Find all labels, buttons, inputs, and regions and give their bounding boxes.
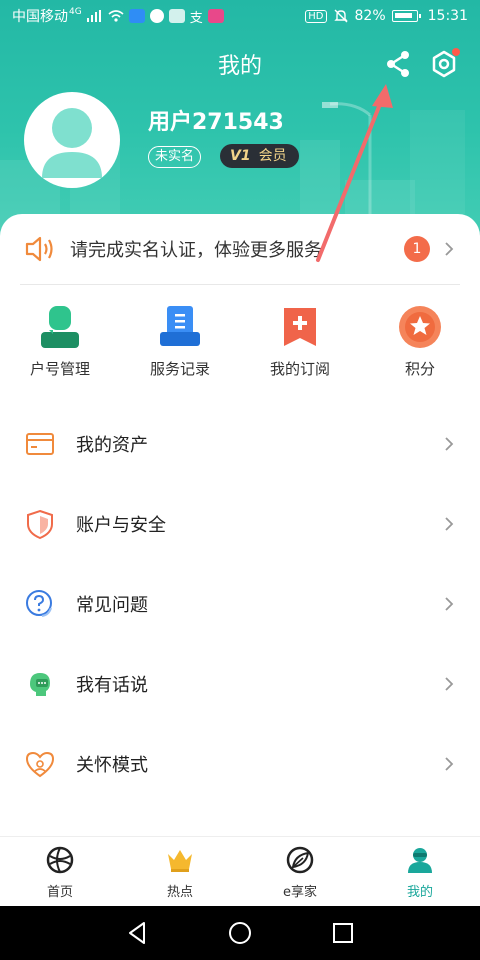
avatar-placeholder-icon bbox=[42, 108, 102, 178]
battery-percent: 82% bbox=[354, 8, 386, 24]
bookmark-plus-icon bbox=[284, 308, 316, 346]
star-icon bbox=[399, 306, 441, 348]
leaf-icon bbox=[286, 846, 314, 874]
quick-action-points[interactable]: 积分 bbox=[360, 304, 480, 394]
menu-item-assets[interactable]: 我的资产 bbox=[0, 404, 480, 484]
menu-item-label: 关怀模式 bbox=[76, 755, 148, 776]
avatar[interactable] bbox=[24, 92, 120, 188]
carrier-label: 中国移动 bbox=[12, 9, 68, 25]
vip-label: 会员 bbox=[258, 148, 287, 164]
chevron-right-icon bbox=[445, 757, 454, 771]
user-card-icon bbox=[41, 306, 79, 348]
menu-item-label: 我有话说 bbox=[76, 675, 148, 696]
card-icon bbox=[26, 433, 54, 455]
settings-notification-dot bbox=[452, 48, 460, 56]
profile-icon bbox=[408, 848, 432, 873]
recents-square-icon[interactable] bbox=[330, 920, 356, 946]
nav-tab-hot[interactable]: 热点 bbox=[120, 837, 240, 906]
quick-action-subscriptions[interactable]: 我的订阅 bbox=[240, 304, 360, 394]
crown-icon bbox=[168, 850, 192, 872]
clock: 15:31 bbox=[427, 8, 468, 24]
pay-notification-icon: 支 bbox=[189, 10, 203, 26]
shield-icon bbox=[27, 509, 53, 540]
chevron-right-icon bbox=[445, 677, 454, 691]
quick-action-label: 户号管理 bbox=[29, 360, 90, 378]
quick-action-label: 我的订阅 bbox=[269, 360, 330, 378]
unverified-badge[interactable]: 未实名 bbox=[148, 146, 202, 168]
menu-item-label: 我的资产 bbox=[76, 435, 148, 456]
signal-icon bbox=[86, 10, 101, 22]
chat-head-icon bbox=[30, 673, 50, 696]
app-notification-icon bbox=[128, 9, 145, 23]
quick-actions: 户号管理 服务记录 我的订阅 积分 bbox=[0, 304, 480, 394]
nav-tab-ehome[interactable]: e享家 bbox=[240, 837, 360, 906]
nav-label: e享家 bbox=[283, 885, 317, 900]
network-label: 4G bbox=[69, 7, 82, 17]
question-icon bbox=[26, 590, 52, 617]
chevron-right-icon bbox=[445, 597, 454, 611]
annotation-arrow bbox=[316, 84, 393, 262]
vip-badge[interactable]: V1 会员 bbox=[220, 144, 299, 168]
quick-action-service-records[interactable]: 服务记录 bbox=[120, 304, 240, 394]
system-navigation-bar bbox=[0, 906, 480, 960]
app-notification-icon-2 bbox=[207, 9, 224, 23]
chevron-right-icon bbox=[445, 517, 454, 531]
chevron-right-icon bbox=[445, 437, 454, 451]
battery-icon bbox=[391, 10, 421, 22]
nav-label: 我的 bbox=[406, 885, 433, 900]
nav-tab-mine[interactable]: 我的 bbox=[360, 837, 480, 906]
menu-list: 我的资产 账户与安全 常见问题 我有话说 关怀模式 bbox=[0, 404, 480, 804]
wechat-notification-icon bbox=[168, 9, 185, 23]
chevron-right-icon bbox=[445, 242, 454, 256]
heart-icon bbox=[25, 751, 55, 778]
menu-item-label: 账户与安全 bbox=[76, 515, 166, 536]
main-card: 请完成实名认证，体验更多服务 1 户号管理 服务记录 我的订阅 积分 我的资产 … bbox=[0, 214, 480, 836]
vip-level: V1 bbox=[230, 148, 251, 164]
notice-text: 请完成实名认证，体验更多服务 bbox=[70, 240, 322, 261]
nav-label: 首页 bbox=[46, 885, 73, 900]
menu-item-faq[interactable]: 常见问题 bbox=[0, 564, 480, 644]
nav-tab-home[interactable]: 首页 bbox=[0, 837, 120, 906]
quick-action-account-management[interactable]: 户号管理 bbox=[0, 304, 120, 394]
divider bbox=[20, 284, 460, 285]
bottom-navigation: 首页 热点 e享家 我的 bbox=[0, 836, 480, 906]
quick-action-label: 服务记录 bbox=[149, 360, 210, 378]
menu-item-account-security[interactable]: 账户与安全 bbox=[0, 484, 480, 564]
menu-item-feedback[interactable]: 我有话说 bbox=[0, 644, 480, 724]
nav-label: 热点 bbox=[166, 885, 193, 900]
hd-badge: HD bbox=[305, 9, 327, 23]
wifi-icon bbox=[108, 10, 124, 22]
mute-icon bbox=[333, 9, 348, 23]
home-circle-icon[interactable] bbox=[227, 920, 253, 946]
document-icon bbox=[160, 306, 200, 346]
chat-notification-icon bbox=[149, 9, 164, 23]
globe-icon bbox=[46, 846, 74, 874]
back-triangle-icon[interactable] bbox=[124, 920, 150, 946]
speaker-icon bbox=[25, 236, 53, 262]
menu-item-care-mode[interactable]: 关怀模式 bbox=[0, 724, 480, 804]
username: 用户271543 bbox=[148, 110, 284, 135]
menu-item-label: 常见问题 bbox=[76, 595, 148, 616]
quick-action-label: 积分 bbox=[404, 360, 435, 378]
status-bar: 中国移动 4G 支 HD 82% 15:31 bbox=[0, 0, 480, 32]
